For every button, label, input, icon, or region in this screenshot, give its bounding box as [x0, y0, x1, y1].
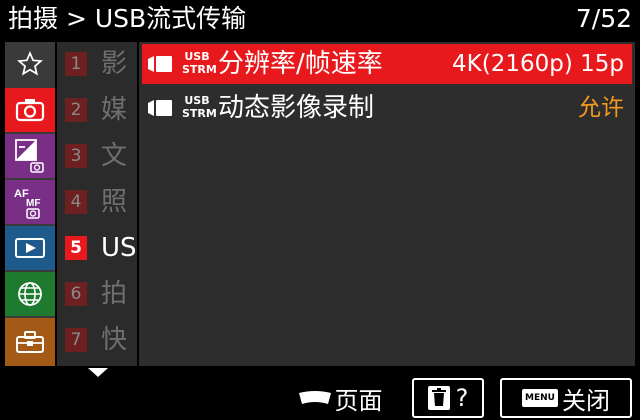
- tab-shooting[interactable]: [5, 88, 55, 132]
- delete-help-button[interactable]: ?: [412, 378, 484, 418]
- usb-streaming-badge: USB STRM: [182, 50, 217, 76]
- section-label: 快: [101, 325, 128, 355]
- category-sidebar: AF MF: [5, 42, 55, 366]
- section-label: 媒: [101, 95, 128, 125]
- section-item-2[interactable]: 2 媒: [57, 88, 137, 132]
- section-number: 1: [65, 52, 87, 76]
- section-number: 6: [65, 282, 87, 306]
- scroll-down-icon: [88, 368, 108, 377]
- menu-key-icon: MENU: [522, 389, 558, 407]
- playback-icon: [15, 238, 45, 258]
- menu-item-movie-recording[interactable]: USB STRM 动态影像录制 允许: [142, 88, 632, 128]
- section-label: 影: [101, 49, 128, 79]
- section-item-3[interactable]: 3 文: [57, 134, 137, 178]
- menu-panel: USB STRM 分辨率/帧速率 4K(2160p) 15p USB STRM …: [139, 42, 635, 366]
- badge-bottom-text: STRM: [182, 63, 217, 76]
- tab-network[interactable]: [5, 272, 55, 316]
- badge-bottom-text: STRM: [182, 107, 217, 120]
- tab-playback[interactable]: [5, 226, 55, 270]
- af-mf-icon: AF MF: [14, 188, 40, 219]
- menu-item-label: 分辨率/帧速率: [218, 49, 383, 79]
- svg-text:MF: MF: [26, 198, 40, 209]
- footer-bar: 页面 ? MENU 关闭: [0, 378, 640, 420]
- section-item-6[interactable]: 6 拍: [57, 272, 137, 316]
- section-label: 照: [101, 187, 128, 217]
- toolbox-icon: [16, 331, 44, 353]
- tab-exposure-color[interactable]: [5, 134, 55, 178]
- page-button-label: 页面: [334, 386, 383, 415]
- trash-icon: [427, 386, 450, 410]
- usb-streaming-badge: USB STRM: [182, 94, 217, 120]
- section-number: 4: [65, 190, 87, 214]
- close-button[interactable]: MENU 关闭: [500, 378, 632, 418]
- star-icon: [17, 51, 43, 76]
- page-indicator: 7/52: [575, 4, 632, 33]
- network-icon: [18, 282, 42, 306]
- section-label: 拍: [101, 279, 128, 309]
- section-list: 1 影 2 媒 3 文 4 照 5 US 6 拍 7 快: [57, 42, 137, 366]
- menu-item-resolution-frame-rate[interactable]: USB STRM 分辨率/帧速率 4K(2160p) 15p: [142, 44, 632, 84]
- help-label: ?: [455, 384, 469, 412]
- tab-setup[interactable]: [5, 318, 55, 366]
- section-item-1[interactable]: 1 影: [57, 42, 137, 86]
- menu-item-value: 4K(2160p) 15p: [452, 51, 624, 77]
- badge-top-text: USB: [184, 50, 210, 63]
- movie-icon: [148, 100, 172, 116]
- breadcrumb-title: 拍摄 > USB流式传输: [8, 4, 247, 33]
- camera-icon: [15, 99, 45, 122]
- section-item-5[interactable]: 5 US: [57, 226, 137, 270]
- section-number: 3: [65, 144, 87, 168]
- badge-top-text: USB: [184, 94, 210, 107]
- dial-icon: [298, 391, 331, 404]
- exposure-icon: [15, 139, 44, 173]
- section-number: 7: [65, 328, 87, 352]
- menu-item-value: 允许: [578, 95, 624, 121]
- section-item-7[interactable]: 7 快: [57, 318, 137, 362]
- header-bar: 拍摄 > USB流式传输 7/52: [0, 0, 640, 38]
- section-number: 2: [65, 98, 87, 122]
- movie-icon: [148, 56, 172, 72]
- page-button[interactable]: 页面: [290, 378, 390, 418]
- tab-my-menu[interactable]: [5, 42, 55, 86]
- tab-focus[interactable]: AF MF: [5, 180, 55, 224]
- section-label: US: [101, 233, 137, 263]
- section-label: 文: [101, 141, 128, 171]
- section-item-4[interactable]: 4 照: [57, 180, 137, 224]
- close-button-label: 关闭: [561, 386, 610, 415]
- section-number: 5: [65, 236, 87, 260]
- menu-item-label: 动态影像录制: [218, 93, 375, 123]
